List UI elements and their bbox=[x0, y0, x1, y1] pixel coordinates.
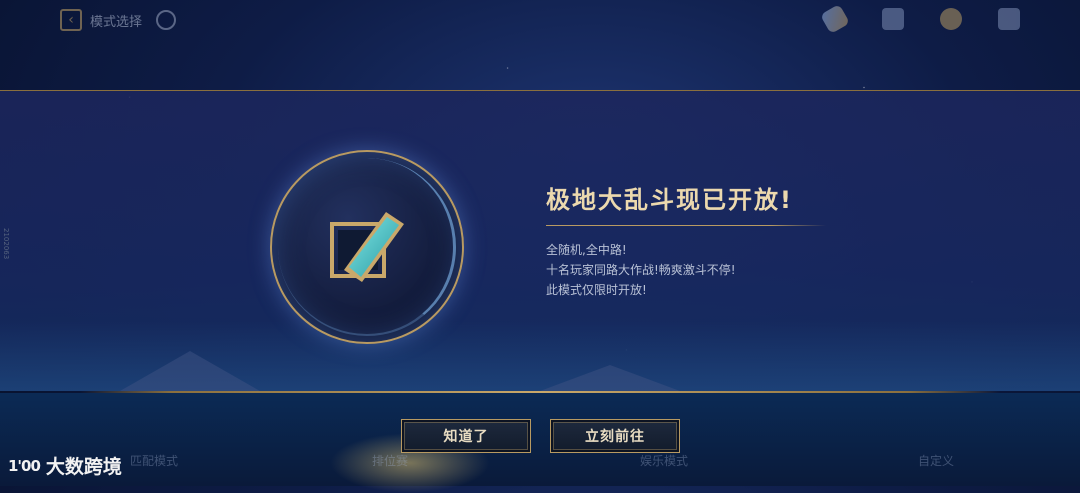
mode-orb bbox=[270, 150, 464, 344]
announcement-title: 极地大乱斗现已开放! bbox=[546, 186, 793, 214]
description-line: 全随机,全中路! bbox=[546, 243, 627, 257]
shop-icon[interactable] bbox=[882, 8, 904, 30]
bottom-scene bbox=[0, 393, 1080, 493]
watermark-logo: 1'00 bbox=[8, 456, 41, 475]
title-divider bbox=[546, 225, 826, 226]
tab-ranked[interactable]: 排位赛 bbox=[372, 452, 408, 469]
mountain-silhouette bbox=[120, 351, 260, 391]
top-icons bbox=[819, 3, 1020, 35]
back-button[interactable]: ‹ 模式选择 bbox=[60, 9, 177, 31]
coin-icon[interactable] bbox=[940, 8, 962, 30]
aram-mode-emblem-icon bbox=[330, 212, 404, 282]
help-icon[interactable] bbox=[156, 10, 177, 30]
tab-matchmaking[interactable]: 匹配模式 bbox=[130, 452, 178, 469]
back-label: 模式选择 bbox=[90, 14, 143, 30]
side-note: 2102063 bbox=[2, 228, 10, 260]
watermark: 1'00 大数跨境 bbox=[8, 452, 122, 479]
tab-custom[interactable]: 自定义 bbox=[918, 452, 954, 469]
acknowledge-button[interactable]: 知道了 bbox=[401, 419, 531, 453]
sound-icon[interactable] bbox=[998, 8, 1020, 30]
description-line: 十名玩家同路大作战!畅爽激斗不停! bbox=[546, 263, 736, 277]
rocket-icon[interactable] bbox=[819, 3, 851, 35]
top-bar: ‹ 模式选择 bbox=[0, 0, 1080, 42]
mountain-silhouette bbox=[540, 365, 680, 391]
watermark-text: 大数跨境 bbox=[45, 456, 122, 478]
announcement-description: 全随机,全中路! 十名玩家同路大作战!畅爽激斗不停! 此模式仅限时开放! bbox=[546, 240, 736, 300]
tab-fun-mode[interactable]: 娱乐模式 bbox=[640, 452, 688, 469]
announcement-banner bbox=[0, 90, 1080, 394]
back-chevron-icon: ‹ bbox=[60, 9, 82, 31]
go-now-button[interactable]: 立刻前往 bbox=[550, 419, 680, 453]
description-line: 此模式仅限时开放! bbox=[546, 283, 647, 297]
